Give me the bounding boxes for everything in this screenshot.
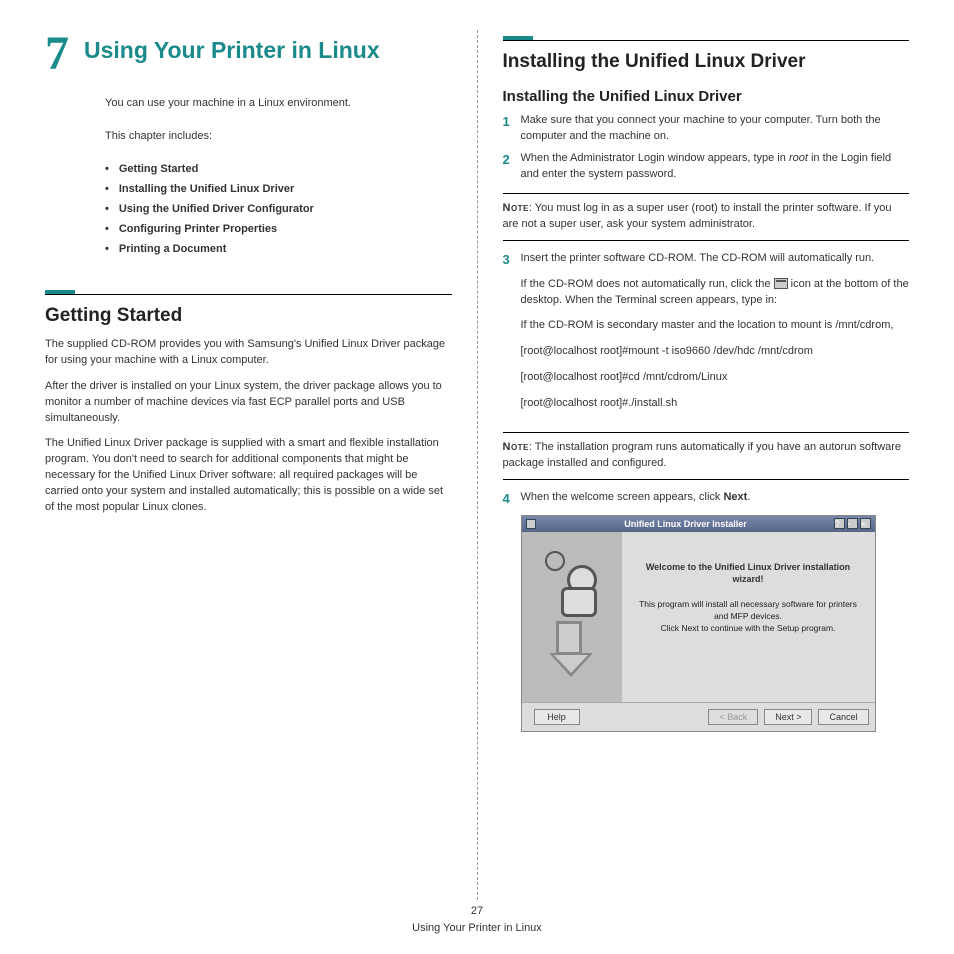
page-number: 27 — [0, 903, 954, 920]
body-text: The Unified Linux Driver package is supp… — [45, 436, 452, 516]
toc-item[interactable]: Configuring Printer Properties — [105, 223, 452, 235]
command-line: [root@localhost root]#cd /mnt/cdrom/Linu… — [521, 370, 910, 386]
help-button[interactable]: Help — [534, 709, 580, 725]
step-1: 1 Make sure that you connect your machin… — [503, 113, 910, 145]
subsection-title-install: Installing the Unified Linux Driver — [503, 88, 910, 105]
footer-title: Using Your Printer in Linux — [0, 920, 954, 937]
install-steps: 1 Make sure that you connect your machin… — [503, 113, 910, 183]
help-window-button[interactable]: ? — [834, 518, 845, 529]
includes-label: This chapter includes: — [105, 129, 452, 144]
command-line: [root@localhost root]#mount -t iso9660 /… — [521, 344, 910, 360]
toc-item[interactable]: Using the Unified Driver Configurator — [105, 203, 452, 215]
minimize-window-button[interactable]: - — [847, 518, 858, 529]
installer-screenshot: Unified Linux Driver Installer ? - × Wel… — [521, 515, 876, 732]
note-block: Note: You must log in as a super user (r… — [503, 193, 910, 241]
wizard-welcome-text: Welcome to the Unified Linux Driver inst… — [634, 562, 863, 585]
chapter-title: Using Your Printer in Linux — [84, 30, 380, 65]
chapter-toc: Getting Started Installing the Unified L… — [105, 163, 452, 255]
window-titlebar: Unified Linux Driver Installer ? - × — [522, 516, 875, 532]
chapter-header: 7 Using Your Printer in Linux — [45, 30, 452, 78]
section-rule — [503, 36, 910, 41]
body-text: The supplied CD-ROM provides you with Sa… — [45, 337, 452, 369]
body-text: After the driver is installed on your Li… — [45, 379, 452, 427]
step-4: 4 When the welcome screen appears, click… — [503, 490, 910, 509]
step-2: 2 When the Administrator Login window ap… — [503, 151, 910, 183]
cancel-button[interactable]: Cancel — [818, 709, 868, 725]
wizard-desc: This program will install all necessary … — [634, 599, 863, 623]
window-icon — [526, 519, 536, 529]
toc-item[interactable]: Getting Started — [105, 163, 452, 175]
section-title-install: Installing the Unified Linux Driver — [503, 51, 910, 73]
back-button: < Back — [708, 709, 758, 725]
note-label: Note — [503, 441, 529, 453]
wizard-footer: Help < Back Next > Cancel — [522, 702, 875, 731]
section-title-getting-started: Getting Started — [45, 305, 452, 327]
note-block: Note: The installation program runs auto… — [503, 432, 910, 480]
toc-item[interactable]: Installing the Unified Linux Driver — [105, 183, 452, 195]
step-number: 4 — [503, 490, 521, 509]
terminal-icon — [774, 278, 788, 289]
install-steps-cont: 3 Insert the printer software CD-ROM. Th… — [503, 251, 910, 423]
next-button[interactable]: Next > — [764, 709, 812, 725]
wizard-sidebar-image — [522, 532, 622, 702]
page-footer: 27 Using Your Printer in Linux — [0, 903, 954, 936]
toc-item[interactable]: Printing a Document — [105, 243, 452, 255]
step-number: 1 — [503, 113, 521, 145]
close-window-button[interactable]: × — [860, 518, 871, 529]
section-rule — [45, 290, 452, 295]
window-title: Unified Linux Driver Installer — [540, 519, 832, 529]
step-number: 3 — [503, 251, 521, 423]
note-label: Note — [503, 202, 529, 214]
intro-text: You can use your machine in a Linux envi… — [105, 96, 452, 111]
command-line: [root@localhost root]#./install.sh — [521, 396, 910, 412]
step-3: 3 Insert the printer software CD-ROM. Th… — [503, 251, 910, 423]
wizard-desc: Click Next to continue with the Setup pr… — [634, 623, 863, 635]
chapter-number: 7 — [45, 30, 69, 78]
step-number: 2 — [503, 151, 521, 183]
